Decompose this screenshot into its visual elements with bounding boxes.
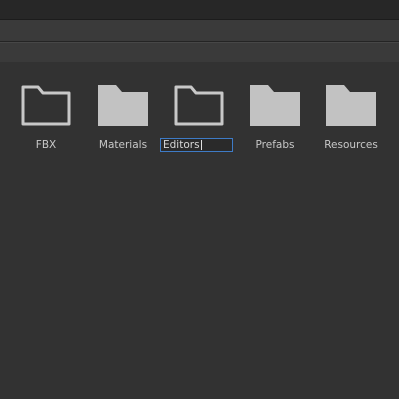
folder-icon bbox=[250, 85, 300, 126]
folder-label: Prefabs bbox=[255, 139, 295, 151]
folder-label: FBX bbox=[35, 139, 57, 151]
breadcrumb-bar bbox=[0, 42, 399, 63]
window-title-strip bbox=[0, 0, 399, 20]
folder-icon bbox=[326, 85, 376, 126]
folder-item-materials[interactable]: Materials bbox=[85, 82, 161, 162]
folder-icon bbox=[98, 85, 148, 126]
folder-item-resources[interactable]: Resources bbox=[313, 82, 389, 162]
folder-label: Materials bbox=[98, 139, 148, 151]
project-toolbar bbox=[0, 20, 399, 42]
folder-empty-icon bbox=[174, 85, 224, 126]
folder-empty-icon bbox=[21, 85, 71, 126]
folder-label: Resources bbox=[324, 139, 378, 151]
text-caret bbox=[200, 140, 202, 150]
rename-input-value: Editors bbox=[163, 139, 200, 151]
folder-item-prefabs[interactable]: Prefabs bbox=[237, 82, 313, 162]
folder-grid: FBX Materials Prefabs Resources bbox=[0, 62, 399, 399]
folder-item-fbx[interactable]: FBX bbox=[8, 82, 84, 162]
rename-input[interactable]: Editors bbox=[160, 138, 233, 152]
